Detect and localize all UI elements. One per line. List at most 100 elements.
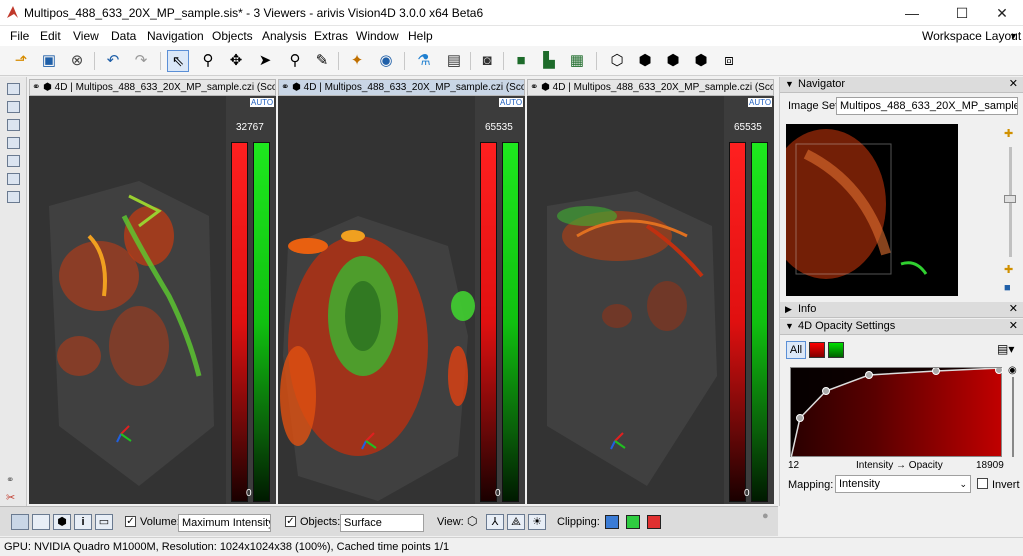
layout-split-icon[interactable] <box>7 101 20 113</box>
close-file-icon[interactable]: ⊗ <box>66 50 88 72</box>
objects-mode-select[interactable]: Surface <box>340 514 424 532</box>
clip-blue-button[interactable] <box>605 515 619 529</box>
magic-wand-icon[interactable]: ✦ <box>346 50 368 72</box>
viewer-header[interactable]: ⚭ ⬢ 4D | Multipos_488_633_20X_MP_sample.… <box>29 79 276 96</box>
view-split-icon[interactable] <box>32 514 50 530</box>
camera-icon[interactable]: ◙ <box>476 50 498 72</box>
navigator-thumbnail[interactable] <box>766 124 958 296</box>
zoom-in-icon[interactable]: ✚ <box>1004 127 1013 140</box>
flask-icon[interactable]: ⚗ <box>413 50 435 72</box>
invert-checkbox[interactable] <box>977 478 988 489</box>
brush-icon[interactable]: ✎ <box>311 50 333 72</box>
green-channel-button[interactable] <box>828 342 844 358</box>
options-icon[interactable]: ▤▾ <box>997 342 1014 356</box>
volume-render[interactable] <box>527 96 724 504</box>
minimize-button[interactable]: — <box>890 0 934 26</box>
volume-render[interactable] <box>278 96 475 504</box>
cube-expand-icon[interactable]: ⧈ <box>718 50 740 72</box>
objects-checkbox[interactable]: ✓ <box>285 516 296 527</box>
pan-icon[interactable]: ✥ <box>225 50 247 72</box>
opacity-curve-editor[interactable] <box>790 366 1003 459</box>
volume-checkbox[interactable]: ✓ <box>125 516 136 527</box>
volume-mode-select[interactable]: Maximum Intensity <box>178 514 271 532</box>
viewer-header[interactable]: ⚭ ⬢ 4D | Multipos_488_633_20X_MP_sample.… <box>278 79 525 96</box>
close-button[interactable]: ✕ <box>980 0 1023 26</box>
green-channel-lut-bar[interactable] <box>502 142 519 502</box>
opacity-header[interactable]: ▼ 4D Opacity Settings ✕ <box>780 319 1023 335</box>
movie-icon[interactable]: ■ <box>510 50 532 72</box>
pointer-icon[interactable]: ⇖ <box>167 50 189 72</box>
opacity-slider[interactable] <box>1012 377 1014 457</box>
close-icon[interactable]: ✕ <box>1009 319 1018 334</box>
red-channel-button[interactable] <box>809 342 825 358</box>
link-icon[interactable]: ⚭ <box>6 475 14 486</box>
menu-navigation[interactable]: Navigation <box>147 29 204 43</box>
red-channel-lut-bar[interactable] <box>231 142 248 502</box>
volume-render[interactable] <box>29 96 226 504</box>
close-icon[interactable]: ✕ <box>1009 302 1018 317</box>
green-channel-lut-bar[interactable] <box>253 142 270 502</box>
view-plane-icon[interactable]: ⟁ <box>507 514 525 530</box>
maximize-button[interactable]: ☐ <box>940 0 984 26</box>
save-icon[interactable]: ▣ <box>38 50 60 72</box>
close-icon[interactable]: ✕ <box>1009 77 1018 92</box>
clip-red-button[interactable] <box>647 515 661 529</box>
slider-knob-icon[interactable]: ◉ <box>1008 365 1017 376</box>
collapse-arrow-icon[interactable]: ▼ <box>785 77 794 92</box>
workspace-layout-menu[interactable]: Workspace Layout <box>922 29 1021 43</box>
menu-objects[interactable]: Objects <box>212 29 253 43</box>
cube-wire-icon[interactable]: ⬡ <box>606 50 628 72</box>
navigator-header[interactable]: ▼ Navigator ✕ <box>780 77 1023 93</box>
mapping-select[interactable]: Intensity ⌄ <box>835 475 971 493</box>
menu-window[interactable]: Window <box>356 29 399 43</box>
image-set-select[interactable]: Multipos_488_633_20X_MP_sample.czi (Sc <box>836 97 1018 115</box>
view-light-icon[interactable]: ☀ <box>528 514 546 530</box>
menu-view[interactable]: View <box>73 29 99 43</box>
zoom-slider-handle[interactable] <box>1004 195 1016 203</box>
menu-edit[interactable]: Edit <box>40 29 61 43</box>
viewer-1[interactable]: ⚭ ⬢ 4D | Multipos_488_633_20X_MP_sample.… <box>29 79 276 504</box>
info-header[interactable]: ▶ Info ✕ <box>780 302 1023 318</box>
cube-front-icon[interactable]: ⬢ <box>634 50 656 72</box>
view-reset-icon[interactable]: ⬡ <box>467 514 477 528</box>
layout-rows-icon[interactable] <box>7 119 20 131</box>
bookmark-icon[interactable]: ▙ <box>538 50 560 72</box>
cube-iso-icon[interactable]: ⬢ <box>690 50 712 72</box>
pin-icon[interactable]: ⚲ <box>284 50 306 72</box>
segment-icon[interactable]: ◉ <box>375 50 397 72</box>
zoom-out-icon[interactable]: ✚ <box>1004 263 1013 276</box>
viewer-header[interactable]: ⚭ ⬢ 4D | Multipos_488_633_20X_MP_sample.… <box>527 79 774 96</box>
expand-arrow-icon[interactable]: ▶ <box>785 302 792 317</box>
redo-icon[interactable]: ↷ <box>130 50 152 72</box>
menu-analysis[interactable]: Analysis <box>262 29 307 43</box>
camera-view-icon[interactable]: ■ <box>1004 282 1011 294</box>
monitor-icon[interactable]: ▭ <box>95 514 113 530</box>
layout-columns-icon[interactable] <box>7 137 20 149</box>
menu-help[interactable]: Help <box>408 29 433 43</box>
chevron-down-icon[interactable]: ▼ <box>1009 31 1018 41</box>
viewer-3[interactable]: ⚭ ⬢ 4D | Multipos_488_633_20X_MP_sample.… <box>527 79 774 504</box>
red-channel-lut-bar[interactable] <box>480 142 497 502</box>
pipeline-icon[interactable]: ▤ <box>443 50 465 72</box>
green-channel-lut-bar[interactable] <box>751 142 768 502</box>
panel-pin-icon[interactable]: ● <box>762 510 769 522</box>
undo-icon[interactable]: ↶ <box>102 50 124 72</box>
zoom-icon[interactable]: ⚲ <box>197 50 219 72</box>
layout-single-icon[interactable] <box>7 83 20 95</box>
auto-button[interactable]: AUTO <box>499 98 524 107</box>
all-channels-button[interactable]: All <box>786 341 806 359</box>
open-icon[interactable]: ⬏ <box>10 50 32 72</box>
tool-icon[interactable]: ✂ <box>6 491 15 504</box>
clapper-icon[interactable]: ▦ <box>566 50 588 72</box>
layout-three-icon[interactable] <box>7 155 20 167</box>
select-arrow-icon[interactable]: ➤ <box>254 50 276 72</box>
layout-grid-icon[interactable] <box>7 173 20 185</box>
view-3d-icon[interactable]: ⬢ <box>53 514 71 530</box>
auto-button[interactable]: AUTO <box>748 98 773 107</box>
viewer-2[interactable]: ⚭ ⬢ 4D | Multipos_488_633_20X_MP_sample.… <box>278 79 525 504</box>
collapse-arrow-icon[interactable]: ▼ <box>785 319 794 334</box>
clip-green-button[interactable] <box>626 515 640 529</box>
view-2d-icon[interactable] <box>11 514 29 530</box>
menu-extras[interactable]: Extras <box>314 29 348 43</box>
view-axis-icon[interactable]: ⅄ <box>486 514 504 530</box>
